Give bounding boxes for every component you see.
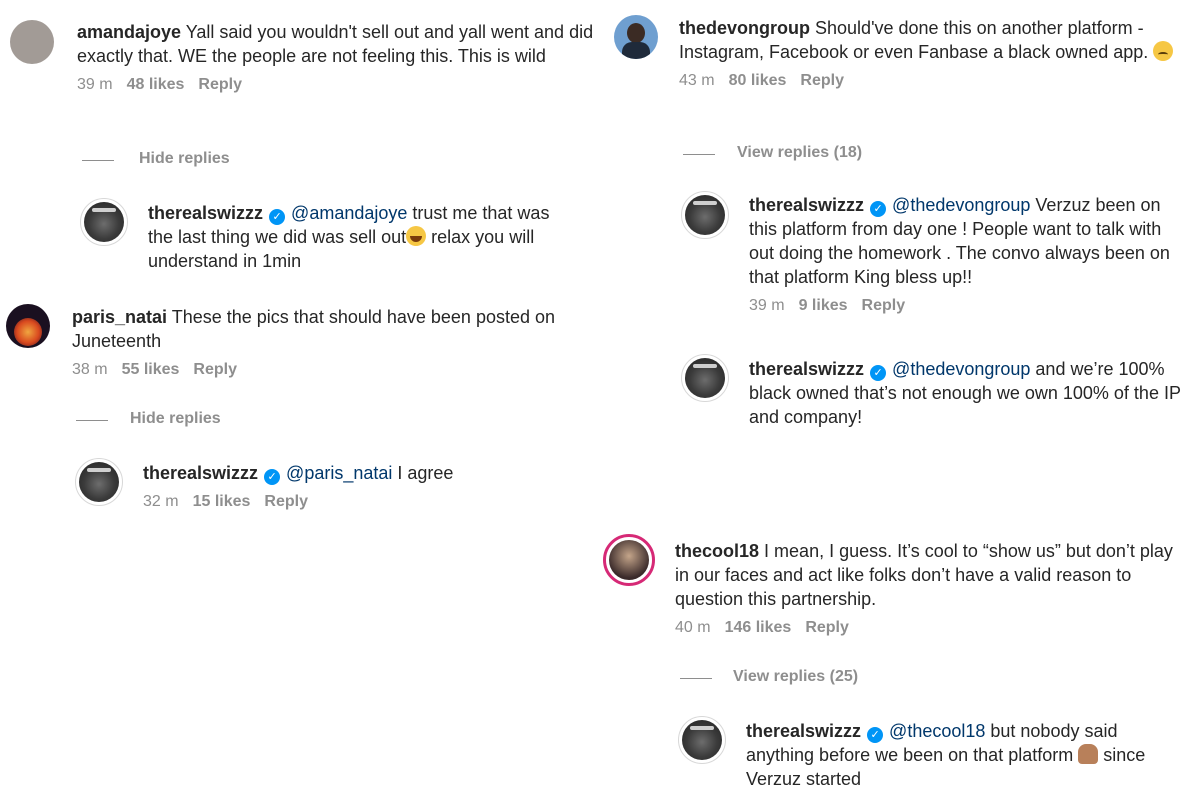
view-replies-toggle[interactable]: View replies (18) bbox=[683, 144, 923, 166]
likes-count[interactable]: 80 likes bbox=[729, 72, 787, 89]
mention-link[interactable]: @paris_natai bbox=[286, 463, 392, 483]
avatar-thecool18[interactable] bbox=[603, 534, 655, 586]
comment-text: I agree bbox=[392, 463, 454, 483]
comment-amandajoye: amandajoye Yall said you wouldn't sell o… bbox=[77, 20, 597, 96]
comment-thecool18: thecool18 I mean, I guess. It’s cool to … bbox=[675, 539, 1185, 639]
hide-replies-toggle[interactable]: Hide replies bbox=[76, 410, 296, 432]
toggle-line bbox=[76, 420, 108, 421]
toggle-line bbox=[683, 154, 715, 155]
comment-username[interactable]: therealswizzz bbox=[749, 195, 864, 215]
comment-username[interactable]: therealswizzz bbox=[749, 359, 864, 379]
avatar-therealswizzz[interactable] bbox=[681, 354, 729, 402]
reply-therealswizzz: therealswizzz ✓ @thedevongroup and we’re 1… bbox=[749, 357, 1189, 429]
avatar-amandajoye[interactable] bbox=[10, 20, 54, 64]
likes-count[interactable]: 9 likes bbox=[799, 297, 848, 314]
reply-therealswizzz: therealswizzz ✓ @thecool18 but nobody said… bbox=[746, 719, 1186, 791]
reply-button[interactable]: Reply bbox=[805, 619, 849, 636]
comment-username[interactable]: paris_natai bbox=[72, 307, 167, 327]
comment-time: 32 m bbox=[143, 493, 179, 510]
toggle-label: Hide replies bbox=[130, 410, 221, 427]
tears-of-joy-emoji-icon bbox=[406, 226, 427, 246]
comment-time: 39 m bbox=[77, 76, 113, 93]
toggle-label: View replies (25) bbox=[733, 668, 859, 685]
toggle-line bbox=[680, 678, 712, 679]
likes-count[interactable]: 15 likes bbox=[193, 493, 251, 510]
reply-therealswizzz: therealswizzz ✓ @paris_natai I agree 32 m 1… bbox=[143, 461, 583, 513]
comment-time: 39 m bbox=[749, 297, 785, 314]
mention-link[interactable]: @thedevongroup bbox=[892, 195, 1030, 215]
avatar-therealswizzz[interactable] bbox=[75, 458, 123, 506]
comment-time: 43 m bbox=[679, 72, 715, 89]
comment-username[interactable]: therealswizzz bbox=[143, 463, 258, 483]
verified-badge-icon: ✓ bbox=[867, 727, 884, 743]
avatar-therealswizzz[interactable] bbox=[678, 716, 726, 764]
toggle-label: Hide replies bbox=[139, 150, 230, 167]
avatar-therealswizzz[interactable] bbox=[681, 191, 729, 239]
reply-button[interactable]: Reply bbox=[862, 297, 906, 314]
reply-button[interactable]: Reply bbox=[264, 493, 308, 510]
likes-count[interactable]: 55 likes bbox=[122, 361, 180, 378]
reply-therealswizzz: therealswizzz ✓ @amandajoye trust me that … bbox=[148, 201, 578, 273]
comment-thedevongroup: thedevongroup Should've done this on ano… bbox=[679, 16, 1189, 92]
avatar-thedevongroup[interactable] bbox=[614, 15, 658, 59]
verified-badge-icon: ✓ bbox=[870, 365, 887, 381]
comment-time: 38 m bbox=[72, 361, 108, 378]
likes-count[interactable]: 146 likes bbox=[725, 619, 792, 636]
reply-therealswizzz: therealswizzz ✓ @thedevongroup Verzuz been… bbox=[749, 193, 1189, 317]
person-emoji-icon bbox=[1078, 744, 1099, 764]
mention-link[interactable]: @thecool18 bbox=[889, 721, 985, 741]
reply-button[interactable]: Reply bbox=[198, 76, 242, 93]
comment-paris-natai: paris_natai These the pics that should h… bbox=[72, 305, 597, 381]
toggle-line bbox=[82, 160, 114, 161]
comment-username[interactable]: therealswizzz bbox=[148, 203, 263, 223]
comment-username[interactable]: thecool18 bbox=[675, 541, 759, 561]
reply-button[interactable]: Reply bbox=[800, 72, 844, 89]
mention-link[interactable]: @amandajoye bbox=[291, 203, 407, 223]
view-replies-toggle[interactable]: View replies (25) bbox=[680, 668, 920, 690]
reply-button[interactable]: Reply bbox=[193, 361, 237, 378]
comment-username[interactable]: thedevongroup bbox=[679, 18, 810, 38]
likes-count[interactable]: 48 likes bbox=[127, 76, 185, 93]
avatar-therealswizzz[interactable] bbox=[80, 198, 128, 246]
crying-face-emoji-icon bbox=[1153, 41, 1174, 61]
avatar-paris-natai[interactable] bbox=[6, 304, 50, 348]
hide-replies-toggle[interactable]: Hide replies bbox=[82, 150, 302, 172]
verified-badge-icon: ✓ bbox=[870, 201, 887, 217]
comment-username[interactable]: amandajoye bbox=[77, 22, 181, 42]
verified-badge-icon: ✓ bbox=[269, 209, 286, 225]
mention-link[interactable]: @thedevongroup bbox=[892, 359, 1030, 379]
verified-badge-icon: ✓ bbox=[264, 469, 281, 485]
comment-username[interactable]: therealswizzz bbox=[746, 721, 861, 741]
toggle-label: View replies (18) bbox=[737, 144, 863, 161]
comment-time: 40 m bbox=[675, 619, 711, 636]
